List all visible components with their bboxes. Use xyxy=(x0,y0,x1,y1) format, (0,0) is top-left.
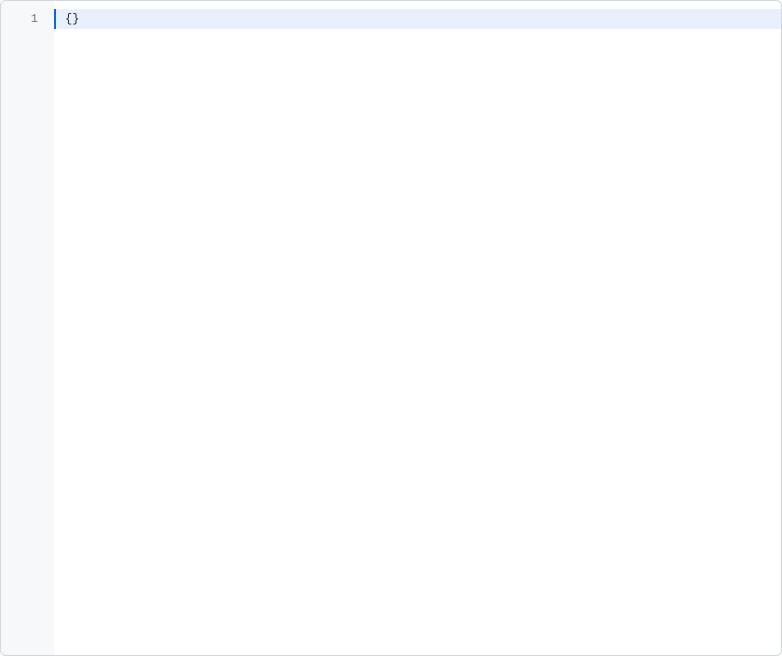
code-text: {} xyxy=(65,12,79,26)
code-content-area[interactable]: {} xyxy=(55,1,781,655)
line-number[interactable]: 1 xyxy=(1,9,54,29)
code-editor[interactable]: 1 {} xyxy=(0,0,782,656)
line-number-gutter: 1 xyxy=(1,1,55,655)
code-line[interactable]: {} xyxy=(55,9,781,29)
